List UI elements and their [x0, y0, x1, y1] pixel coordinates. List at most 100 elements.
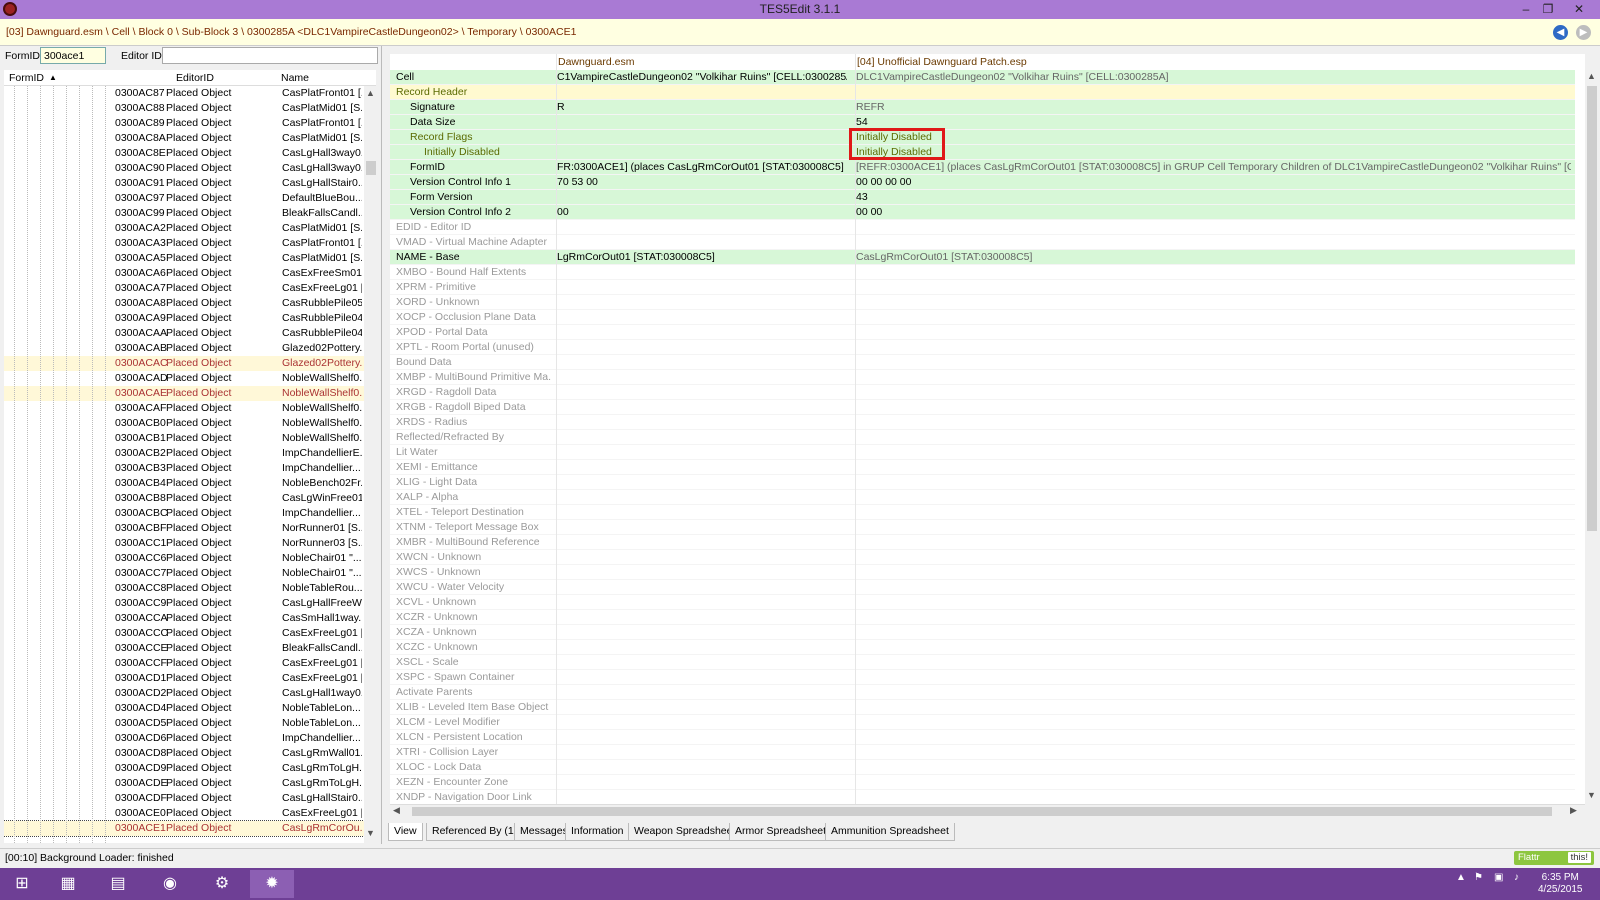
list-item[interactable]: 0300ACB3 Placed Object ImpChandellier...	[4, 461, 364, 476]
list-item[interactable]: 0300ACB0 Placed Object NobleWallShelf0...	[4, 416, 364, 431]
grid-row[interactable]: XLCN - Persistent Location	[390, 730, 1575, 745]
grid-row[interactable]: Record Flags Initially Disabled	[390, 130, 1575, 145]
tab-information[interactable]: Information	[565, 823, 630, 841]
scroll-up-icon[interactable]: ▲	[366, 88, 375, 98]
grid-row[interactable]: XCZC - Unknown	[390, 640, 1575, 655]
list-item[interactable]: 0300ACBC Placed Object ImpChandellier...	[4, 506, 364, 521]
list-item[interactable]: 0300ACB8Placed Object CasLgWinFree01...	[4, 491, 364, 506]
editorid-filter-input[interactable]	[162, 47, 378, 64]
grid-row[interactable]: XMBR - MultiBound Reference	[390, 535, 1575, 550]
grid-row[interactable]: XEZN - Encounter Zone	[390, 775, 1575, 790]
list-item[interactable]: 0300ACAD Placed Object NobleWallShelf0...	[4, 371, 364, 386]
grid-row[interactable]: Initially Disabled Initially Disabled	[390, 145, 1575, 160]
grid-row[interactable]: Cell C1VampireCastleDungeon02 "Volkihar R…	[390, 70, 1575, 85]
grid-row[interactable]: XWCN - Unknown	[390, 550, 1575, 565]
grid-row[interactable]: XCVL - Unknown	[390, 595, 1575, 610]
tray-arrow-icon[interactable]: ▲	[1456, 872, 1466, 883]
list-item[interactable]: 0300ACCCPlaced Object CasExFreeLg01 [...	[4, 626, 364, 641]
list-item[interactable]: 0300ACDE Placed Object CasLgRmToLgH...	[4, 776, 364, 791]
grid-row[interactable]: XCZA - Unknown	[390, 625, 1575, 640]
record-list-scrollbar[interactable]: ▲ ▼	[364, 86, 378, 843]
grid-row[interactable]: XLOC - Lock Data	[390, 760, 1575, 775]
list-item[interactable]: 0300ACCE Placed Object BleakFallsCandl...	[4, 641, 364, 656]
grid-row[interactable]: Lit Water	[390, 445, 1575, 460]
list-item[interactable]: 0300AC91 Placed Object CasLgHallStair0...	[4, 176, 364, 191]
grid-row[interactable]: Bound Data	[390, 355, 1575, 370]
record-view-hscroll-thumb[interactable]	[412, 807, 1552, 816]
grid-row[interactable]: XOCP - Occlusion Plane Data	[390, 310, 1575, 325]
apps-grid-icon[interactable]: ▦	[46, 870, 90, 898]
list-item[interactable]: 0300AC87 Placed Object CasPlatFront01 [...	[4, 86, 364, 101]
grid-row[interactable]: Signature R REFR	[390, 100, 1575, 115]
grid-row[interactable]: Form Version 43	[390, 190, 1575, 205]
grid-row[interactable]: VMAD - Virtual Machine Adapter	[390, 235, 1575, 250]
list-item[interactable]: 0300ACAF Placed Object NobleWallShelf0...	[4, 401, 364, 416]
column-unofficial-patch[interactable]: [04] Unofficial Dawnguard Patch.esp	[857, 56, 1027, 68]
list-item[interactable]: 0300AC97 Placed Object DefaultBlueBou...	[4, 191, 364, 206]
grid-row[interactable]: XPTL - Room Portal (unused)	[390, 340, 1575, 355]
list-item[interactable]: 0300ACAAPlaced Object CasRubblePile04...	[4, 326, 364, 341]
grid-row[interactable]: XCZR - Unknown	[390, 610, 1575, 625]
list-item[interactable]: 0300AC8E Placed Object CasLgHall3way0...	[4, 146, 364, 161]
list-item[interactable]: 0300ACA2 Placed Object CasPlatMid01 [S...	[4, 221, 364, 236]
scroll-down-icon[interactable]: ▼	[366, 828, 375, 838]
grid-row[interactable]: XRGB - Ragdoll Biped Data	[390, 400, 1575, 415]
grid-row[interactable]: XSPC - Spawn Container	[390, 670, 1575, 685]
record-view-grid[interactable]: Dawnguard.esm [04] Unofficial Dawnguard …	[390, 54, 1585, 804]
grid-row[interactable]: XTNM - Teleport Message Box	[390, 520, 1575, 535]
close-button[interactable]: ✕	[1568, 0, 1590, 19]
grid-row[interactable]: Reflected/Refracted By	[390, 430, 1575, 445]
tab-armor-spreadsheet[interactable]: Armor Spreadsheet	[729, 823, 833, 841]
grid-row[interactable]: FormID FR:0300ACE1] (places CasLgRmCorOut…	[390, 160, 1575, 175]
list-item[interactable]: 0300ACCFPlaced Object CasExFreeLg01 [...	[4, 656, 364, 671]
grid-row[interactable]: EDID - Editor ID	[390, 220, 1575, 235]
list-item[interactable]: 0300ACC7 Placed Object NobleChair01 "...	[4, 566, 364, 581]
file-explorer-icon[interactable]: ▤	[96, 870, 140, 898]
list-item[interactable]: 0300AC90 Placed Object CasLgHall3way0...	[4, 161, 364, 176]
list-item[interactable]: 0300ACAE Placed Object NobleWallShelf0...	[4, 386, 364, 401]
grid-row[interactable]: Version Control Info 1 70 53 00 00 00 00 0…	[390, 175, 1575, 190]
list-item[interactable]: 0300ACB1 Placed Object NobleWallShelf0...	[4, 431, 364, 446]
taskbar-clock[interactable]: 6:35 PM 4/25/2015	[1538, 872, 1583, 896]
grid-row[interactable]: Version Control Info 2 00 00 00	[390, 205, 1575, 220]
grid-row[interactable]: XLIB - Leveled Item Base Object	[390, 700, 1575, 715]
grid-row[interactable]: XLCM - Level Modifier	[390, 715, 1575, 730]
record-list[interactable]: 0300AC87 Placed Object CasPlatFront01 [...…	[4, 86, 364, 843]
grid-row[interactable]: Data Size 54	[390, 115, 1575, 130]
formid-column-header[interactable]: FormID	[9, 72, 44, 84]
steam-icon[interactable]: ⚙	[200, 870, 244, 898]
grid-row[interactable]: XRGD - Ragdoll Data	[390, 385, 1575, 400]
list-item[interactable]: 0300AC88 Placed Object CasPlatMid01 [S...	[4, 101, 364, 116]
tab-referenced-by[interactable]: Referenced By (1)	[426, 823, 524, 841]
list-item[interactable]: 0300ACD6 Placed Object ImpChandellier...	[4, 731, 364, 746]
grid-row[interactable]: XALP - Alpha	[390, 490, 1575, 505]
tab-weapon-spreadsheet[interactable]: Weapon Spreadsheet	[628, 823, 742, 841]
list-item[interactable]: 0300ACCA Placed Object CasSmHall1way...	[4, 611, 364, 626]
grid-row[interactable]: XTEL - Teleport Destination	[390, 505, 1575, 520]
list-item[interactable]: 0300ACA9Placed Object CasRubblePile04...	[4, 311, 364, 326]
list-item[interactable]: 0300ACA7Placed Object CasExFreeLg01 [...	[4, 281, 364, 296]
record-list-scroll-thumb[interactable]	[366, 161, 376, 175]
record-view-scrollbar[interactable]: ▲ ▼	[1585, 70, 1599, 804]
list-item[interactable]: 0300ACDF Placed Object CasLgHallStair0...	[4, 791, 364, 806]
list-item[interactable]: 0300ACC9 Placed Object CasLgHallFreeW...	[4, 596, 364, 611]
list-item[interactable]: 0300ACA6Placed Object CasExFreeSm01 ...	[4, 266, 364, 281]
list-item[interactable]: 0300AC99 Placed Object BleakFallsCandl...	[4, 206, 364, 221]
column-dawnguard-esm[interactable]: Dawnguard.esm	[558, 56, 634, 68]
minimize-button[interactable]: –	[1515, 0, 1537, 19]
grid-row[interactable]: XMBP - MultiBound Primitive Ma...	[390, 370, 1575, 385]
grid-row[interactable]: XWCU - Water Velocity	[390, 580, 1575, 595]
restore-button[interactable]: ❐	[1537, 0, 1559, 19]
tab-ammunition-spreadsheet[interactable]: Ammunition Spreadsheet	[825, 823, 955, 841]
list-item[interactable]: 0300ACBF Placed Object NorRunner01 [S...	[4, 521, 364, 536]
volume-icon[interactable]: ♪	[1514, 872, 1519, 883]
grid-row[interactable]: Record Header	[390, 85, 1575, 100]
chrome-icon[interactable]: ◉	[148, 870, 192, 898]
formid-filter-input[interactable]: 300ace1	[40, 47, 106, 64]
record-view-hscrollbar[interactable]: ◀ ▶	[390, 804, 1585, 818]
name-column-header[interactable]: Name	[281, 72, 309, 84]
flattr-button[interactable]: Flattr this!	[1514, 851, 1594, 865]
grid-row[interactable]: XPOD - Portal Data	[390, 325, 1575, 340]
grid-row[interactable]: XRDS - Radius	[390, 415, 1575, 430]
list-item[interactable]: 0300ACD9 Placed Object CasLgRmToLgH...	[4, 761, 364, 776]
